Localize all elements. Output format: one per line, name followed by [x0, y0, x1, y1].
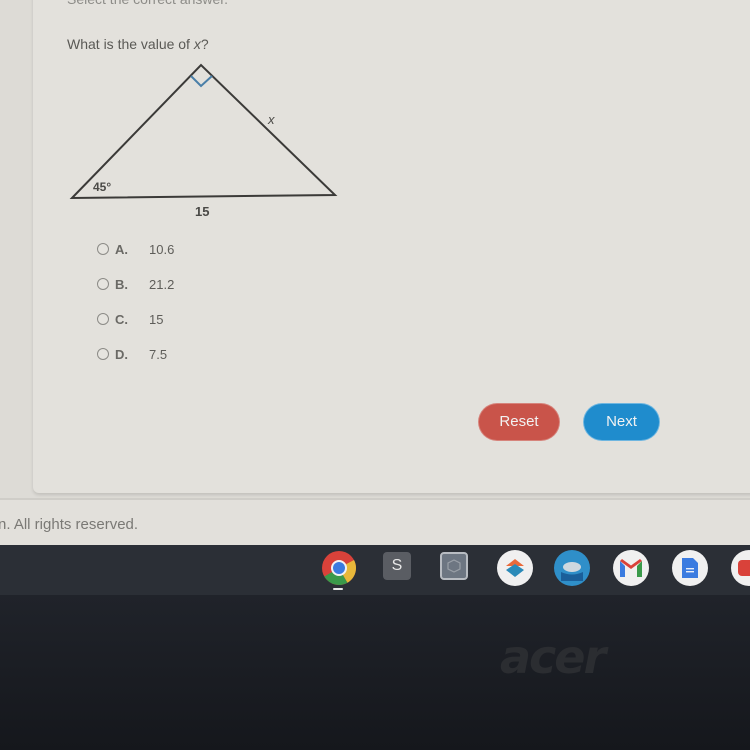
- choice-letter: A.: [115, 241, 128, 257]
- choice-a[interactable]: A. 10.6: [97, 240, 174, 258]
- side-x-label: x: [267, 112, 275, 127]
- gmail-icon[interactable]: [613, 550, 649, 586]
- chrome-active-indicator: [333, 588, 343, 590]
- chrome-icon[interactable]: [321, 550, 357, 586]
- choice-value: 10.6: [149, 241, 175, 257]
- radio-button[interactable]: [97, 348, 109, 360]
- question-suffix: ?: [200, 36, 209, 52]
- s-app-label: S: [391, 557, 403, 574]
- radio-button[interactable]: [97, 243, 109, 255]
- answer-choices: A. 10.6 B. 21.2 C. 15 D. 7.5: [97, 240, 174, 380]
- choice-b[interactable]: B. 21.2: [97, 275, 174, 293]
- choice-value: 15: [149, 311, 164, 327]
- choice-value: 21.2: [149, 276, 175, 292]
- copyright-text: n. All rights reserved.: [0, 516, 139, 533]
- choice-letter: D.: [115, 346, 128, 362]
- question-text: What is the value of x?: [67, 36, 209, 52]
- question-variable: x: [193, 36, 201, 52]
- angle-label: 45°: [93, 180, 111, 194]
- next-button[interactable]: Next: [584, 404, 659, 440]
- triangle-figure: 45° 15 x: [60, 55, 360, 225]
- instruction-text: Select the correct answer.: [67, 0, 228, 7]
- boat-app-icon[interactable]: [554, 550, 590, 586]
- laptop-bezel: [0, 595, 750, 750]
- google-docs-icon[interactable]: [672, 550, 708, 586]
- choice-c[interactable]: C. 15: [97, 310, 174, 328]
- choice-value: 7.5: [149, 346, 168, 362]
- layers-app-icon[interactable]: [497, 550, 533, 586]
- radio-button[interactable]: [97, 278, 109, 290]
- cube-app-icon[interactable]: [440, 552, 468, 580]
- reset-button[interactable]: Reset: [479, 404, 559, 440]
- choice-letter: C.: [115, 311, 128, 327]
- radio-button[interactable]: [97, 313, 109, 325]
- acer-logo: acer: [500, 630, 606, 684]
- base-label: 15: [195, 204, 209, 219]
- screen: Select the correct answer. What is the v…: [0, 0, 750, 545]
- s-app-icon[interactable]: S: [383, 552, 411, 580]
- question-prefix: What is the value of: [67, 36, 194, 52]
- right-angle-marker: [190, 75, 213, 88]
- choice-letter: B.: [115, 276, 128, 292]
- triangle-diagram: 45° 15 x: [69, 63, 338, 219]
- choice-d[interactable]: D. 7.5: [97, 345, 174, 363]
